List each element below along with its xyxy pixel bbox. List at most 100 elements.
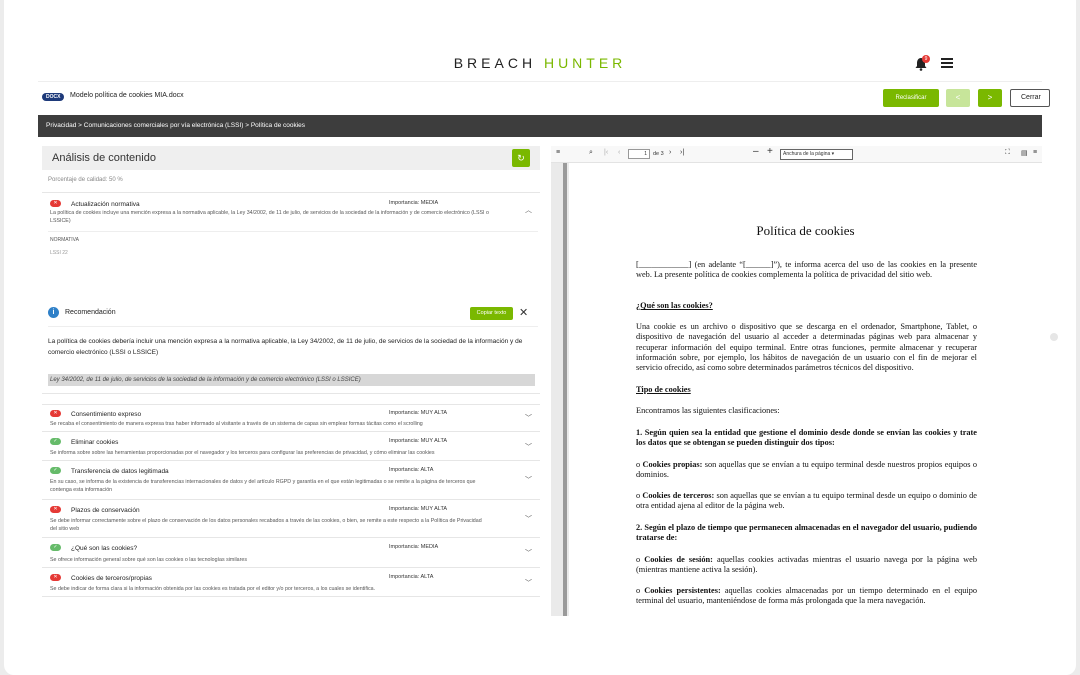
doc-paragraph: o Cookies persistentes: aquellas cookies… (636, 586, 977, 606)
document-title: Política de cookies (756, 223, 855, 238)
last-page-icon[interactable]: ›| (680, 149, 684, 156)
chevron-up-icon[interactable]: ︿ (525, 205, 532, 215)
ok-status-icon: ✓ (50, 467, 61, 474)
file-type-badge: DOCX (42, 93, 65, 101)
list-item[interactable]: ✓ ¿Qué son las cookies? Importancia: MED… (42, 538, 540, 568)
document-viewer: ≡ ⌕ |‹ ‹ 1 de 3 › ›| – + Anchura de la p… (551, 146, 1042, 616)
first-page-icon[interactable]: |‹ (604, 149, 608, 156)
doc-paragraph: [____________] (en adelante “[______]”),… (636, 260, 977, 280)
item-title: Plazos de conservación (71, 507, 140, 514)
scroll-indicator[interactable] (1050, 333, 1058, 341)
recommendation-text: La política de cookies debería incluir u… (48, 338, 523, 356)
doc-paragraph: Una cookie es un archivo o dispositivo q… (636, 322, 977, 373)
ok-status-icon: ✓ (50, 438, 61, 445)
zoom-in-icon[interactable]: + (767, 146, 773, 157)
item-description: Se recaba el consentimiento de manera ex… (50, 421, 423, 427)
list-item[interactable]: ✕ Cookies de terceros/propias Importanci… (42, 568, 540, 597)
item-description: En su caso, se informa de la existencia … (50, 479, 476, 493)
analysis-item-expanded[interactable]: ✕ Actualización normativa Importancia: M… (42, 193, 540, 394)
next-page-icon[interactable]: › (669, 149, 671, 156)
chevron-down-icon[interactable]: ﹀ (525, 514, 532, 524)
normativa-value: LSSI 22 (50, 250, 68, 256)
doc-heading: ¿Qué son las cookies? (636, 301, 713, 310)
viewer-toolbar: ≡ ⌕ |‹ ‹ 1 de 3 › ›| – + Anchura de la p… (551, 146, 1042, 163)
doc-paragraph: o Cookies propias: son aquellas que se e… (636, 460, 977, 480)
recommendation-title: Recomendación (65, 309, 116, 316)
fail-status-icon: ✕ (50, 506, 61, 513)
zoom-value: Anchura de la página (783, 151, 831, 157)
item-description: Se debe informar correctamente sobre el … (50, 518, 482, 532)
content-analysis-panel: Análisis de contenido ↻ Porcentaje de ca… (42, 146, 540, 597)
item-importance: Importancia: MEDIA (389, 544, 439, 550)
item-description: Se informa sobre sobre las herramientas … (50, 450, 435, 456)
page-number-input[interactable]: 1 (628, 149, 650, 159)
item-importance: Importancia: ALTA (389, 574, 434, 580)
doc-paragraph: o Cookies de sesión: aquellas cookies ac… (636, 555, 977, 575)
chevron-down-icon[interactable]: ﹀ (525, 475, 532, 485)
sidebar-toggle-icon[interactable]: ≡ (556, 149, 560, 156)
item-title: Cookies de terceros/propias (71, 575, 152, 582)
list-item[interactable]: ✕ Plazos de conservación Importancia: MU… (42, 500, 540, 538)
close-button[interactable]: Cerrar (1010, 89, 1050, 107)
item-importance: Importancia: MUY ALTA (389, 410, 448, 416)
search-icon[interactable]: ⌕ (589, 149, 593, 157)
list-item[interactable]: ✓ Eliminar cookies Importancia: MUY ALTA… (42, 432, 540, 461)
panel-header: Análisis de contenido ↻ (42, 146, 540, 170)
doc-paragraph: Encontramos las siguientes clasificacion… (636, 406, 780, 415)
item-importance: Importancia: MEDIA (389, 200, 439, 206)
more-tools-icon[interactable]: ≡ (1033, 149, 1037, 156)
close-icon[interactable]: ✕ (519, 306, 528, 319)
item-title: Actualización normativa (71, 201, 140, 208)
previous-button[interactable]: < (946, 89, 970, 107)
panel-title: Análisis de contenido (52, 152, 156, 164)
info-icon: i (48, 307, 59, 318)
legal-reference: Ley 34/2002, de 11 de julio, de servicio… (48, 374, 535, 386)
item-importance: Importancia: MUY ALTA (389, 506, 448, 512)
fail-status-icon: ✕ (50, 410, 61, 417)
refresh-button[interactable]: ↻ (512, 149, 530, 167)
file-name: Modelo política de cookies MIA.docx (70, 92, 184, 99)
prev-page-icon[interactable]: ‹ (618, 149, 620, 156)
list-item[interactable]: ✓ Transferencia de datos legitimada Impo… (42, 461, 540, 500)
app-frame: BREACH HUNTER 9 DOCX Modelo política de … (4, 0, 1076, 675)
item-title: Eliminar cookies (71, 439, 119, 446)
breadcrumb: Privacidad > Comunicaciones comerciales … (38, 115, 1042, 137)
chevron-down-icon[interactable]: ﹀ (525, 442, 532, 452)
document-page: Política de cookies [____________] (en a… (569, 163, 1042, 616)
item-importance: Importancia: ALTA (389, 467, 434, 473)
item-description: Se debe indicar de forma clara si la inf… (50, 586, 376, 592)
chevron-down-icon[interactable]: ﹀ (525, 548, 532, 558)
header-divider (38, 81, 1042, 82)
item-description: La política de cookies incluye una menci… (50, 210, 489, 224)
item-title: ¿Qué son las cookies? (71, 545, 138, 552)
list-item[interactable]: ✕ Consentimiento expreso Importancia: MU… (42, 405, 540, 432)
doc-paragraph: 2. Según el plazo de tiempo que permanec… (636, 523, 977, 543)
item-description: Se ofrece información general sobre qué … (50, 557, 247, 563)
zoom-out-icon[interactable]: – (753, 146, 759, 157)
doc-heading: Tipo de cookies (636, 385, 691, 394)
brand-word-1: BREACH (453, 55, 537, 71)
chevron-down-icon[interactable]: ﹀ (525, 578, 532, 588)
brand-word-2: HUNTER (543, 55, 627, 71)
file-bar: DOCX Modelo política de cookies MIA.docx… (38, 89, 1050, 107)
zoom-select[interactable]: Anchura de la página ▾ (780, 149, 853, 160)
analysis-list: ✕ Consentimiento expreso Importancia: MU… (42, 405, 540, 597)
doc-paragraph: 1. Según quien sea la entidad que gestio… (636, 428, 977, 448)
download-icon[interactable]: ▤ (1021, 149, 1028, 157)
item-importance: Importancia: MUY ALTA (389, 438, 448, 444)
ok-status-icon: ✓ (50, 544, 61, 551)
fail-status-icon: ✕ (50, 200, 61, 207)
quality-percentage: Porcentaje de calidad: 50 % (48, 177, 123, 183)
hamburger-menu-icon[interactable] (941, 58, 953, 68)
doc-paragraph: o Cookies de terceros: son aquellas que … (636, 491, 977, 511)
fail-status-icon: ✕ (50, 574, 61, 581)
item-title: Transferencia de datos legitimada (71, 468, 169, 475)
chevron-down-icon[interactable]: ﹀ (525, 413, 532, 423)
viewer-canvas: Política de cookies [____________] (en a… (551, 163, 1042, 616)
next-button[interactable]: > (978, 89, 1002, 107)
notification-badge: 9 (922, 55, 930, 63)
reclassify-button[interactable]: Reclasificar (883, 89, 939, 107)
fullscreen-icon[interactable]: ⛶ (1005, 149, 1010, 157)
copy-text-button[interactable]: Copiar texto (470, 307, 513, 320)
item-title: Consentimiento expreso (71, 411, 142, 418)
